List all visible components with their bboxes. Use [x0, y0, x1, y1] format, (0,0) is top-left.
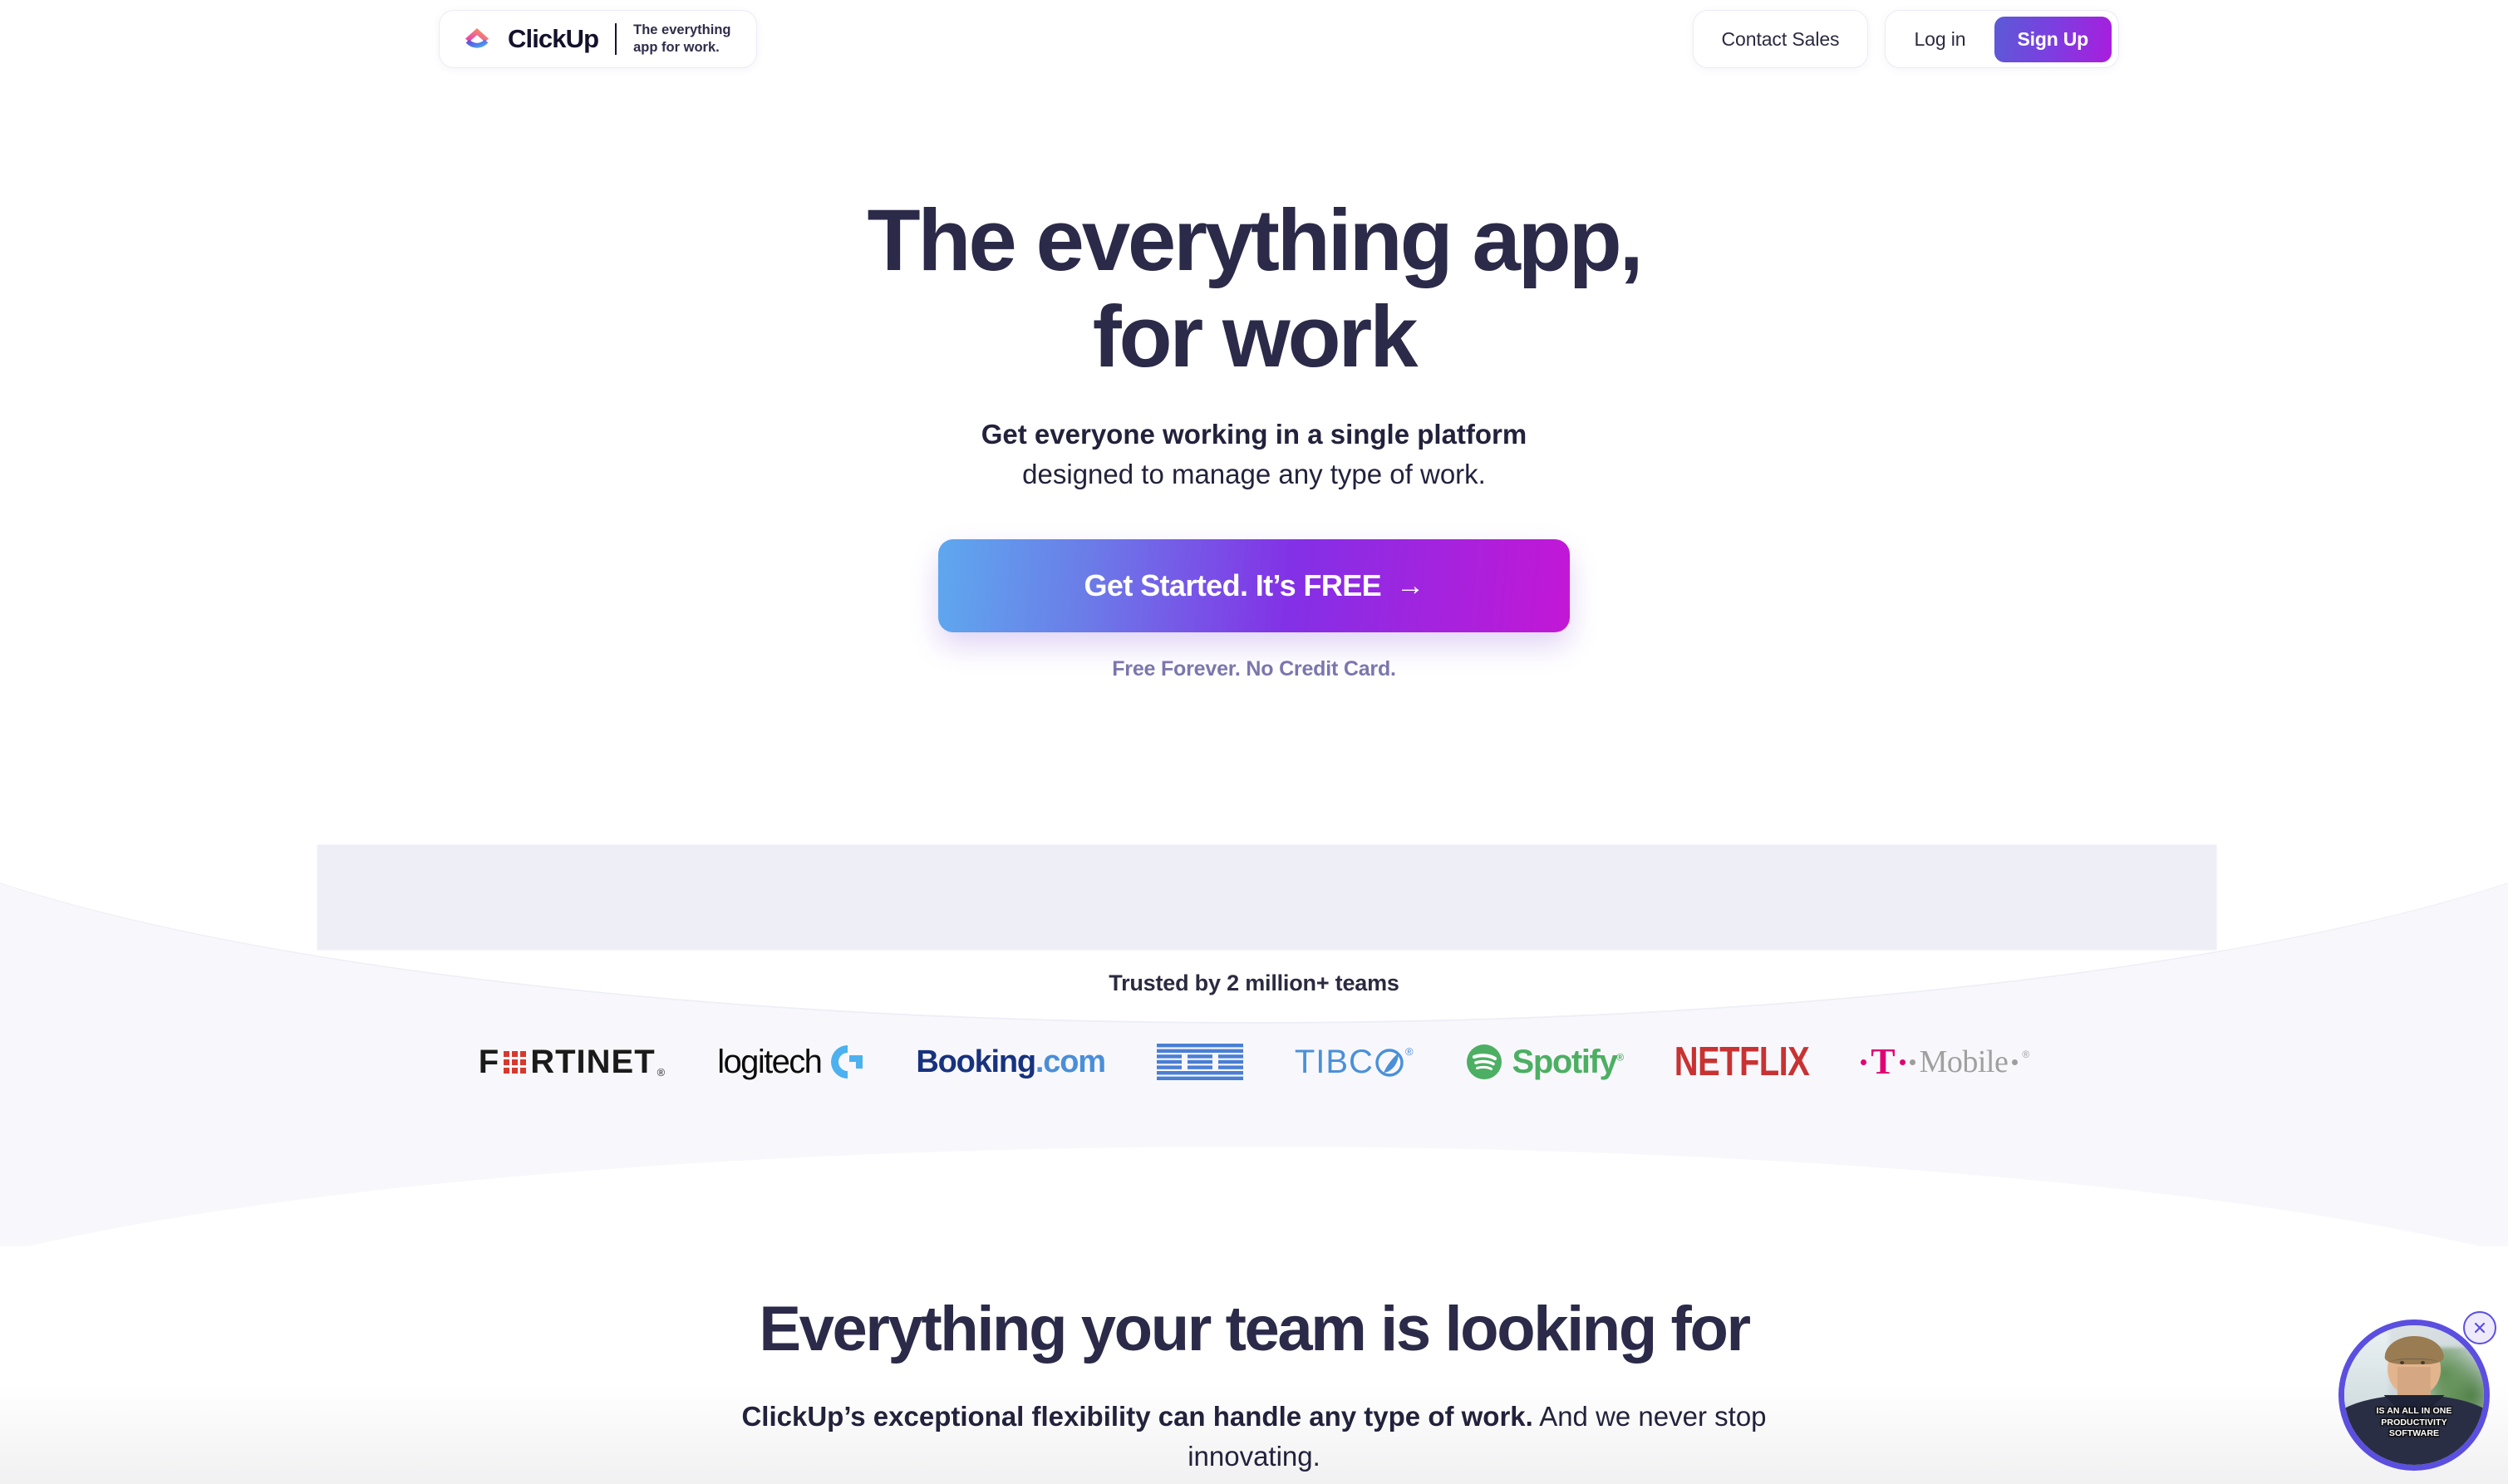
logitech-wordmark: logitech [717, 1043, 823, 1080]
site-header: ClickUp The everything app for work. Con… [0, 0, 2508, 93]
get-started-button[interactable]: Get Started. It’s FREE → [938, 538, 1570, 632]
logitech-logo-icon: logitech [717, 1044, 864, 1081]
hero-subheading-regular: designed to manage any type of work. [1022, 458, 1486, 489]
hero-headline-line2: for work [1092, 287, 1419, 386]
netflix-logo-icon: NETFLIX [1674, 1039, 1810, 1084]
booking-logo-icon: Booking.com [916, 1044, 1106, 1080]
video-thumbnail[interactable]: IS AN ALL IN ONE PRODUCTIVITY SOFTWARE [2338, 1319, 2490, 1471]
get-started-label: Get Started. It’s FREE [1084, 568, 1382, 602]
booking-word: Booking [916, 1044, 1036, 1079]
logo-ibm [1156, 1033, 1243, 1091]
fortinet-logo-icon: F RTINET ® [479, 1044, 666, 1081]
ibm-logo-icon [1156, 1044, 1243, 1080]
features-body: ClickUp’s exceptional flexibility can ha… [714, 1397, 1794, 1477]
booking-domain: .com [1035, 1044, 1106, 1079]
hero-headline-line1: The everything app, [867, 192, 1643, 289]
logo-t-mobile: T Mobile ® [1861, 1033, 2029, 1091]
features-body-bold: ClickUp’s exceptional flexibility can ha… [741, 1401, 1533, 1432]
tibco-registered: ® [1404, 1044, 1414, 1058]
features-intro-section: Everything your team is looking for Clic… [0, 1293, 2508, 1477]
logo-tagline: The everything app for work. [633, 22, 731, 55]
tmobile-logo-icon: T Mobile ® [1861, 1044, 2029, 1080]
arrow-right-icon: → [1396, 569, 1424, 602]
logo-fortinet: F RTINET ® [479, 1033, 666, 1091]
logitech-g-icon [831, 1045, 863, 1079]
video-scene [2344, 1325, 2484, 1465]
logo-tibco: TIBC ® [1295, 1033, 1414, 1091]
clickup-logo-icon [463, 25, 491, 53]
close-icon[interactable] [2463, 1311, 2496, 1344]
logo-logitech: logitech [717, 1033, 864, 1091]
tmobile-word: Mobile [1919, 1044, 2009, 1079]
fortinet-prefix: F [478, 1043, 500, 1080]
login-link[interactable]: Log in [1886, 28, 1994, 51]
spotify-logo-icon: Spotify® [1466, 1043, 1625, 1081]
trusted-by-section: Trusted by 2 million+ teams F RTINET ® l… [0, 970, 2508, 1091]
fortinet-dots-icon [504, 1050, 527, 1074]
header-nav: Contact Sales Log in Sign Up [1692, 10, 2119, 68]
spotify-wordmark: Spotify® [1512, 1043, 1625, 1080]
clickup-wordmark: ClickUp [508, 24, 599, 53]
trusted-by-label: Trusted by 2 million+ teams [1109, 970, 1399, 995]
clickup-logo[interactable]: ClickUp The everything app for work. [439, 10, 757, 68]
logo-spotify: Spotify® [1466, 1033, 1625, 1091]
signup-button[interactable]: Sign Up [1994, 16, 2112, 62]
contact-sales-link[interactable]: Contact Sales [1694, 28, 1868, 51]
tmobile-registered: ® [2022, 1049, 2030, 1060]
fortinet-registered: ® [657, 1065, 666, 1079]
fortinet-suffix: RTINET [530, 1043, 656, 1080]
logo-netflix: NETFLIX [1674, 1033, 1810, 1091]
contact-sales-pill[interactable]: Contact Sales [1692, 10, 1869, 68]
tibco-o-icon [1375, 1049, 1404, 1077]
hero-headline: The everything app, for work [867, 192, 1643, 386]
hero-section: The everything app, for work Get everyon… [0, 0, 2508, 681]
customer-logo-row: F RTINET ® logitech Booking.com TIBC ® S… [479, 1033, 2029, 1091]
logo-divider [615, 23, 617, 55]
page-stage: ClickUp The everything app for work. Con… [0, 0, 2508, 1484]
tibco-logo-icon: TIBC ® [1295, 1044, 1414, 1081]
hero-subheading-bold: Get everyone working in a single platfor… [981, 419, 1527, 450]
features-heading: Everything your team is looking for [759, 1294, 1751, 1364]
auth-pill: Log in Sign Up [1885, 10, 2119, 68]
hero-subheading: Get everyone working in a single platfor… [981, 415, 1527, 494]
video-widget[interactable]: IS AN ALL IN ONE PRODUCTIVITY SOFTWARE [2338, 1311, 2496, 1471]
logo-booking-com: Booking.com [916, 1033, 1106, 1091]
cta-note: Free Forever. No Credit Card. [1112, 656, 1396, 681]
tibco-word: TIBC [1294, 1043, 1374, 1080]
spotify-mark-icon [1466, 1044, 1502, 1079]
tmobile-t: T [1871, 1041, 1896, 1082]
